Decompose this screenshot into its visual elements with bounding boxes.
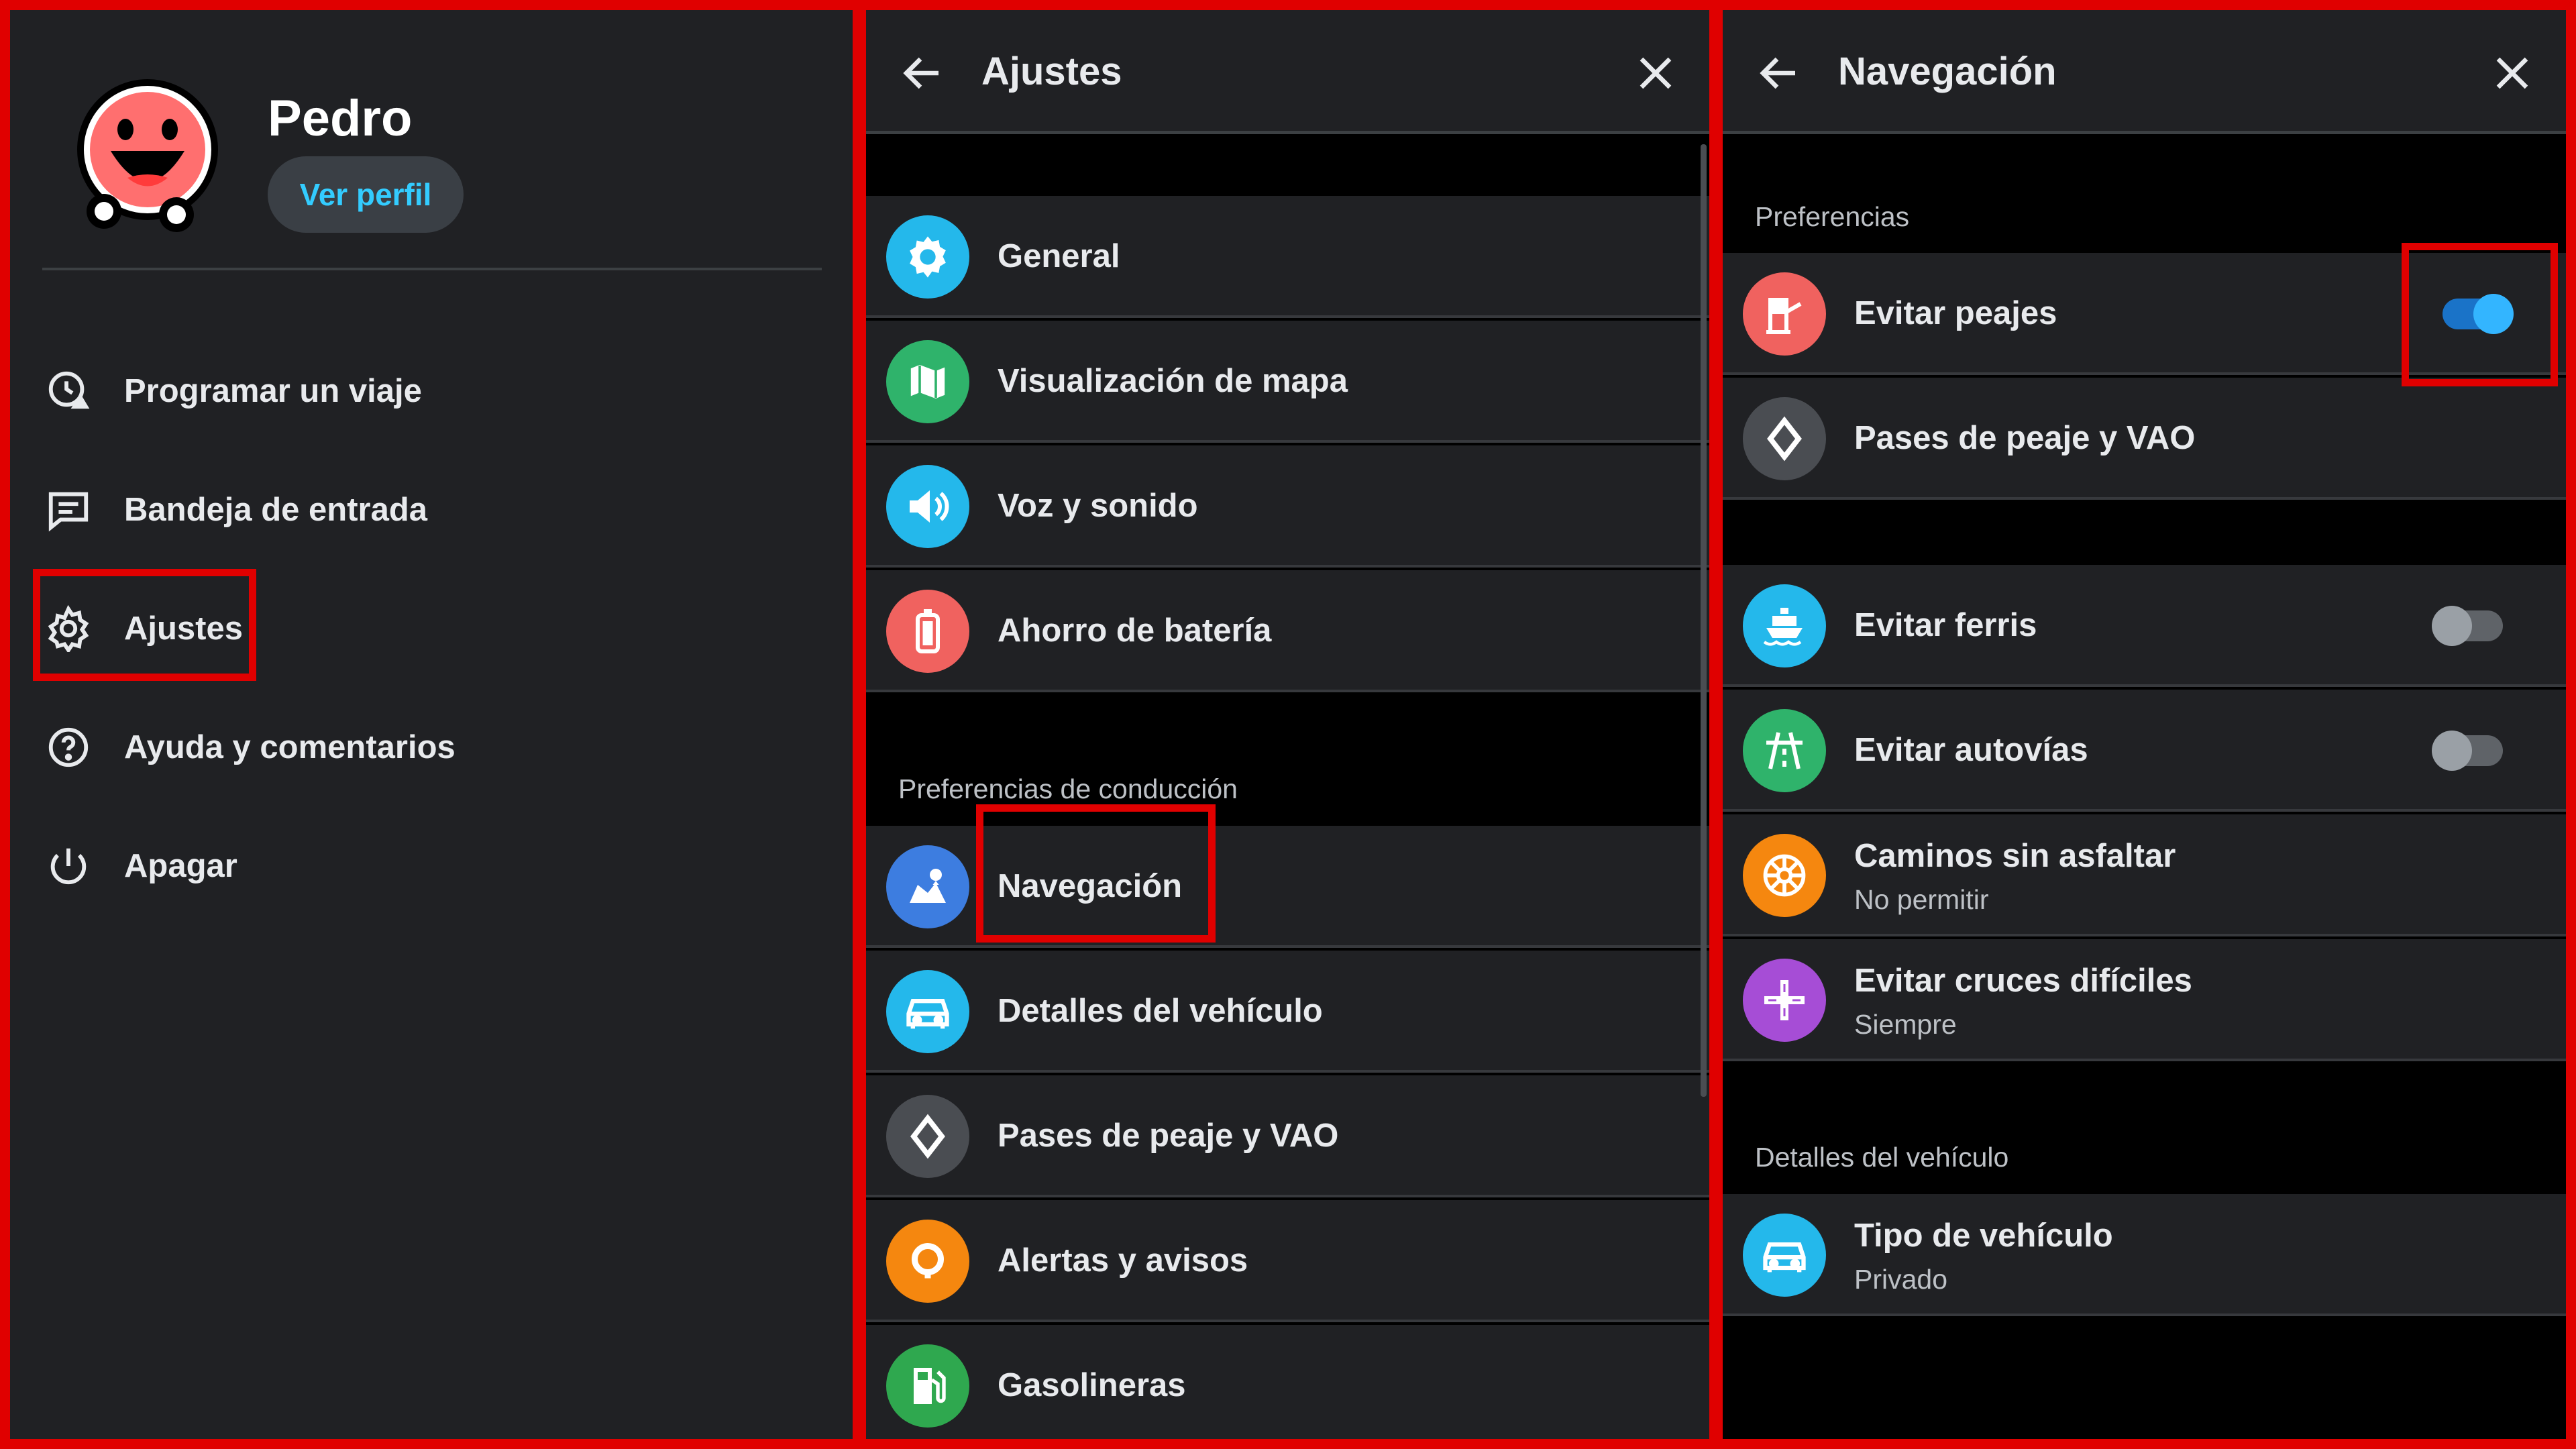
menu-item-label: Programar un viaje — [124, 373, 422, 409]
settings-item-toll-passes[interactable]: Pases de peaje y VAO — [866, 1075, 1709, 1197]
view-profile-button[interactable]: Ver perfil — [268, 156, 464, 233]
speaker-icon — [886, 465, 969, 548]
battery-icon — [886, 590, 969, 673]
avoid-ferries-toggle[interactable] — [2432, 606, 2503, 646]
pref-label: Evitar ferris — [1854, 607, 2037, 643]
settings-item-vehicle-details[interactable]: Detalles del vehículo — [866, 951, 1709, 1073]
alert-icon — [886, 1220, 969, 1303]
pref-difficult-crossings[interactable]: Evitar cruces difíciles Siempre — [1723, 939, 2566, 1061]
diamond-icon — [1743, 397, 1826, 480]
highlight-box — [2402, 243, 2558, 386]
pref-label: Caminos sin asfaltar — [1854, 838, 2176, 874]
highway-icon — [1743, 709, 1826, 792]
user-name: Pedro — [268, 90, 413, 147]
settings-item-label: Gasolineras — [998, 1367, 1186, 1403]
map-icon — [886, 340, 969, 423]
pref-label: Evitar peajes — [1854, 295, 2057, 331]
pref-label: Tipo de vehículo — [1854, 1218, 2113, 1254]
menu-item-schedule-trip[interactable]: Programar un viaje — [42, 351, 780, 431]
help-icon — [42, 721, 95, 773]
toll-booth-icon — [1743, 272, 1826, 356]
avoid-highways-toggle[interactable] — [2432, 731, 2503, 771]
ferry-icon — [1743, 584, 1826, 667]
settings-item-battery-saver[interactable]: Ahorro de batería — [866, 570, 1709, 692]
close-icon[interactable] — [1631, 49, 1680, 97]
pref-value: Siempre — [1854, 1009, 1957, 1040]
settings-item-gas-stations[interactable]: Gasolineras — [866, 1325, 1709, 1439]
settings-item-label: Ahorro de batería — [998, 612, 1272, 649]
waze-avatar[interactable] — [64, 77, 225, 238]
gear-icon — [886, 215, 969, 299]
wheel-icon — [1743, 834, 1826, 917]
settings-item-label: Visualización de mapa — [998, 363, 1348, 399]
pref-avoid-highways[interactable]: Evitar autovías — [1723, 690, 2566, 812]
back-arrow-icon[interactable] — [1755, 49, 1803, 97]
pref-toll-passes[interactable]: Pases de peaje y VAO — [1723, 378, 2566, 500]
car-icon — [886, 970, 969, 1053]
settings-panel: Ajustes General Visualización de mapa Vo… — [866, 10, 1709, 1439]
menu-item-help[interactable]: Ayuda y comentarios — [42, 707, 780, 788]
intersection-icon — [1743, 959, 1826, 1042]
inbox-icon — [42, 484, 95, 536]
settings-item-label: Voz y sonido — [998, 488, 1198, 524]
diamond-icon — [886, 1095, 969, 1178]
navigation-panel: Navegación Preferencias Evitar peajes Pa… — [1723, 10, 2566, 1439]
navigation-icon — [886, 845, 969, 928]
scrollbar[interactable] — [1701, 144, 1707, 1097]
car-icon — [1743, 1214, 1826, 1297]
pref-value: No permitir — [1854, 884, 1989, 915]
settings-item-label: General — [998, 238, 1120, 274]
menu-item-label: Bandeja de entrada — [124, 492, 428, 528]
navigation-header: Navegación — [1723, 10, 2566, 134]
highlight-box — [976, 804, 1216, 943]
page-title: Navegación — [1838, 50, 2057, 93]
page-title: Ajustes — [981, 50, 1122, 93]
back-arrow-icon[interactable] — [898, 49, 947, 97]
settings-item-map-display[interactable]: Visualización de mapa — [866, 321, 1709, 443]
highlight-box — [33, 569, 256, 681]
menu-item-label: Apagar — [124, 848, 237, 884]
pref-label: Evitar autovías — [1854, 732, 2088, 768]
pref-label: Pases de peaje y VAO — [1854, 420, 2196, 456]
settings-item-label: Pases de peaje y VAO — [998, 1118, 1339, 1154]
settings-item-voice-sound[interactable]: Voz y sonido — [866, 445, 1709, 568]
settings-item-label: Alertas y avisos — [998, 1242, 1248, 1279]
schedule-trip-icon — [42, 365, 95, 417]
side-menu-panel: Pedro Ver perfil Programar un viaje Band… — [10, 10, 853, 1439]
menu-item-label: Ayuda y comentarios — [124, 729, 455, 765]
power-icon — [42, 840, 95, 892]
divider — [42, 268, 822, 270]
pref-avoid-ferries[interactable]: Evitar ferris — [1723, 565, 2566, 687]
menu-item-inbox[interactable]: Bandeja de entrada — [42, 470, 780, 550]
pref-label: Evitar cruces difíciles — [1854, 963, 2192, 999]
menu-item-power-off[interactable]: Apagar — [42, 826, 780, 906]
section-label-vehicle-details: Detalles del vehículo — [1755, 1142, 2009, 1173]
settings-item-alerts[interactable]: Alertas y avisos — [866, 1200, 1709, 1322]
pref-unpaved-roads[interactable]: Caminos sin asfaltar No permitir — [1723, 814, 2566, 936]
settings-item-general[interactable]: General — [866, 196, 1709, 318]
fuel-icon — [886, 1344, 969, 1428]
pref-vehicle-type[interactable]: Tipo de vehículo Privado — [1723, 1194, 2566, 1316]
section-label-driving-preferences: Preferencias de conducción — [898, 773, 1238, 804]
settings-header: Ajustes — [866, 10, 1709, 134]
settings-item-label: Detalles del vehículo — [998, 993, 1323, 1029]
pref-value: Privado — [1854, 1264, 1948, 1295]
close-icon[interactable] — [2488, 49, 2536, 97]
section-label-preferences: Preferencias — [1755, 201, 1910, 232]
